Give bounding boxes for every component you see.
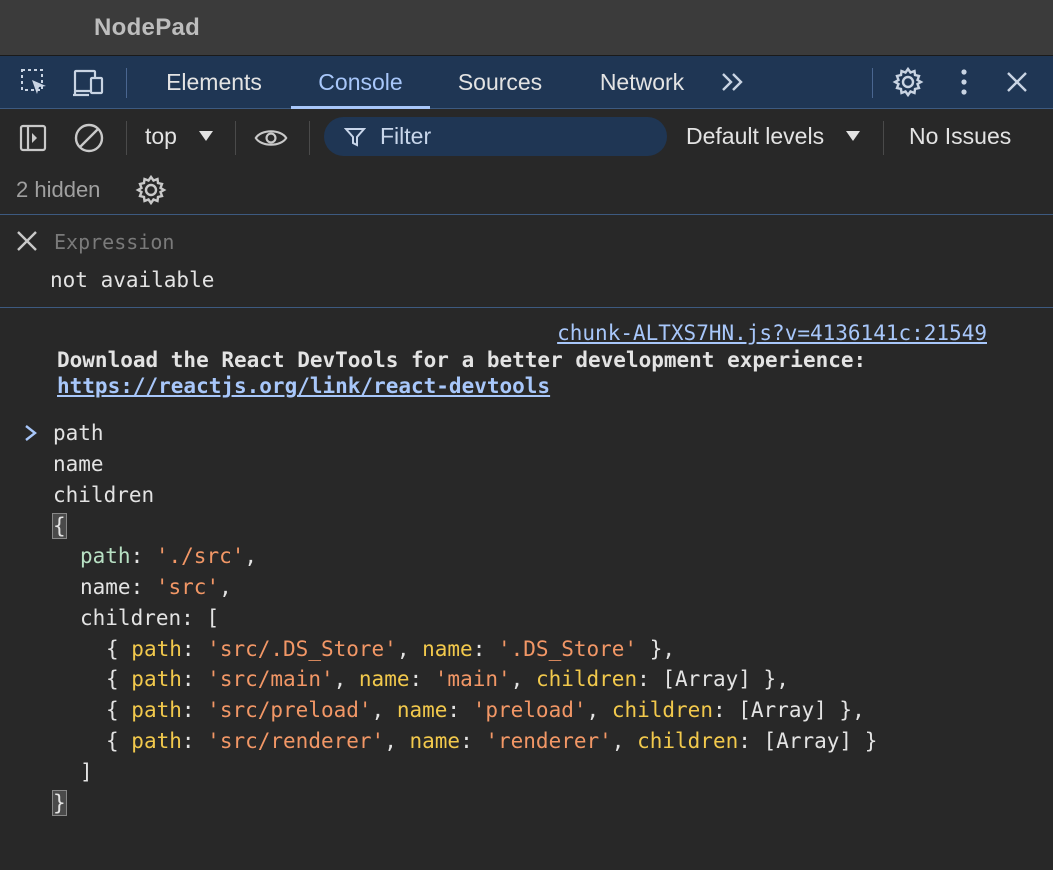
prop-value: 'src': [155, 575, 220, 599]
console-toolbar: top Filter Default levels No Issues: [0, 109, 1053, 165]
child-item: { path: 'src/renderer', name: 'renderer'…: [106, 729, 878, 753]
close-icon[interactable]: [14, 228, 40, 254]
device-toolbar-icon[interactable]: [72, 66, 106, 98]
hidden-count: 2 hidden: [16, 177, 101, 202]
object-open-brace: {: [52, 513, 67, 539]
child-name: '.DS_Store': [498, 637, 638, 661]
caret-down-icon: [199, 131, 213, 141]
child-item: { path: 'src/.DS_Store', name: '.DS_Stor…: [106, 637, 676, 661]
sidebar-toggle-icon[interactable]: [16, 121, 50, 155]
live-expression: Expression not available: [0, 216, 1053, 308]
object-prop-children: children: [: [80, 606, 220, 630]
title-bar: NodePad: [0, 0, 1053, 56]
tab-label: Network: [599, 69, 685, 95]
toolbar-separator: [872, 68, 873, 98]
toolbar-separator: [126, 68, 127, 98]
gear-icon[interactable]: [891, 66, 925, 98]
filter-placeholder: Filter: [380, 123, 432, 149]
prop-key: name: [80, 575, 131, 599]
kebab-menu-icon[interactable]: [947, 66, 981, 98]
filter-icon: [344, 127, 366, 147]
tab-network[interactable]: Network: [580, 56, 704, 109]
filter-input[interactable]: Filter: [324, 117, 667, 156]
window-title: NodePad: [94, 14, 201, 41]
more-tabs-icon[interactable]: [716, 66, 750, 98]
source-link[interactable]: chunk-ALTXS7HN.js?v=4136141c:21549: [557, 321, 987, 345]
devtools-window: NodePad Elements Console Sources Network…: [0, 0, 1053, 870]
react-devtools-message: Download the React DevTools for a better…: [57, 348, 867, 372]
child-item: { path: 'src/main', name: 'main', childr…: [106, 667, 789, 691]
tab-label: Elements: [166, 69, 262, 95]
expand-chevron-icon[interactable]: [22, 423, 40, 443]
object-prop-path: path: './src',: [80, 544, 258, 568]
tab-label: Console: [318, 69, 403, 95]
child-name: 'main': [434, 667, 511, 691]
eye-icon[interactable]: [254, 121, 288, 155]
caret-down-icon: [846, 131, 860, 141]
clear-console-icon[interactable]: [72, 121, 106, 155]
toolbar-separator: [126, 121, 127, 155]
close-icon[interactable]: [1000, 66, 1034, 98]
child-path: 'src/renderer': [207, 729, 385, 753]
context-selector[interactable]: top: [145, 123, 177, 150]
hidden-messages-row: 2 hidden: [0, 165, 1053, 215]
tab-console[interactable]: Console: [291, 56, 430, 109]
devtools-tab-bar: Elements Console Sources Network: [0, 56, 1053, 109]
child-path: 'src/main': [207, 667, 334, 691]
toolbar-separator: [883, 121, 884, 155]
react-devtools-link[interactable]: https://reactjs.org/link/react-devtools: [57, 374, 550, 398]
toolbar-separator: [309, 121, 310, 155]
log-levels-dropdown[interactable]: Default levels: [686, 123, 824, 150]
output-line: name: [53, 452, 104, 476]
prop-value: './src': [155, 544, 245, 568]
child-item: { path: 'src/preload', name: 'preload', …: [106, 698, 865, 722]
tab-sources[interactable]: Sources: [440, 56, 560, 109]
inspect-element-icon[interactable]: [17, 66, 51, 98]
brace: }: [52, 790, 67, 816]
array-close: ]: [80, 760, 93, 784]
expression-value: not available: [50, 268, 215, 292]
expression-input[interactable]: Expression: [54, 230, 174, 254]
toolbar-separator: [235, 121, 236, 155]
prop-key: children: [80, 606, 182, 630]
object-prop-name: name: 'src',: [80, 575, 232, 599]
brace: {: [52, 513, 67, 539]
object-close-brace: }: [52, 790, 67, 816]
issues-button[interactable]: No Issues: [909, 123, 1011, 150]
issues-label: No Issues: [909, 123, 1012, 149]
child-children: [Array]: [763, 729, 853, 753]
child-path: 'src/.DS_Store': [207, 637, 397, 661]
child-path: 'src/preload': [207, 698, 372, 722]
output-line: children: [53, 483, 155, 507]
console-settings-gear-icon[interactable]: [134, 173, 168, 207]
child-name: 'renderer': [485, 729, 612, 753]
child-name: 'preload': [472, 698, 587, 722]
array-open: [: [206, 606, 220, 630]
context-label: top: [145, 123, 177, 149]
child-children: [Array]: [662, 667, 751, 691]
output-line: path: [53, 421, 104, 445]
log-levels-label: Default levels: [686, 123, 825, 149]
child-children: [Array]: [738, 698, 827, 722]
tab-elements[interactable]: Elements: [146, 56, 282, 109]
tab-label: Sources: [457, 69, 543, 95]
prop-key: path: [80, 544, 131, 568]
